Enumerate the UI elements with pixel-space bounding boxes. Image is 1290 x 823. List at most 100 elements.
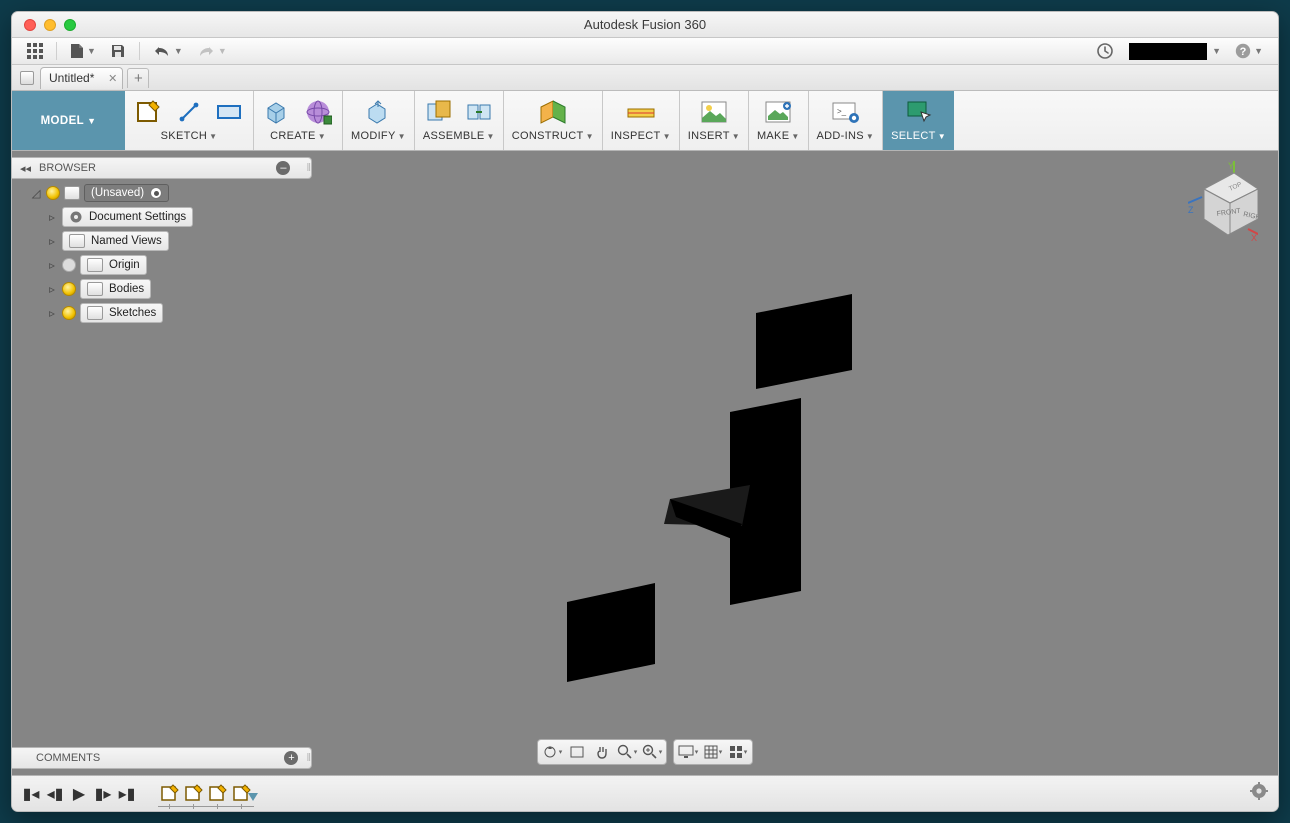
user-account-button[interactable]: ▼	[1122, 40, 1226, 62]
navigation-toolbar: ▾ ▾ ▾ ▾ ▾ ▾	[537, 739, 753, 765]
redo-icon	[197, 44, 215, 58]
measure-icon	[626, 103, 656, 121]
timeline: ▮◂ ◂▮ ▶ ▮▸ ▸▮	[12, 775, 1278, 811]
timeline-first-button[interactable]: ▮◂	[22, 785, 40, 803]
ribbon-assemble-group: ASSEMBLE▼	[415, 91, 504, 150]
timeline-feature-sketch[interactable]	[206, 782, 230, 806]
create-sketch-button[interactable]	[133, 97, 165, 127]
job-status-button[interactable]	[1092, 40, 1118, 62]
document-tabs: Untitled* ✕ +	[12, 65, 1278, 91]
help-button[interactable]: ? ▼	[1230, 40, 1268, 62]
grid-settings-button[interactable]: ▾	[701, 742, 725, 762]
pan-icon	[594, 744, 610, 760]
timeline-track[interactable]	[158, 805, 254, 809]
user-name-redacted	[1129, 43, 1207, 60]
file-menu-button[interactable]: ▼	[65, 40, 101, 62]
resize-grip[interactable]: ‖	[306, 752, 311, 764]
primitive-button[interactable]	[302, 97, 334, 127]
axis-y-label: Y	[1228, 161, 1234, 171]
make-3dprint-button[interactable]	[762, 97, 794, 127]
joint-button[interactable]	[463, 97, 495, 127]
save-button[interactable]	[105, 40, 131, 62]
grid-icon	[27, 43, 43, 59]
select-icon	[905, 99, 933, 125]
quick-access-toolbar: ▼ ▼ ▼ ▼ ? ▼	[12, 38, 1278, 65]
ribbon-addins-group: >_ ADD-INS▼	[809, 91, 884, 150]
timeline-feature-sketch[interactable]	[182, 782, 206, 806]
svg-text:?: ?	[1240, 46, 1247, 58]
timeline-feature-sketch[interactable]	[158, 782, 182, 806]
new-tab-button[interactable]: +	[127, 68, 149, 88]
viewport-layout-button[interactable]: ▾	[726, 742, 750, 762]
script-icon: >_	[831, 100, 859, 124]
save-icon	[110, 43, 126, 59]
grid2-icon	[704, 745, 718, 759]
comments-title: COMMENTS	[36, 752, 100, 764]
insert-decal-button[interactable]	[698, 97, 730, 127]
redo-button[interactable]: ▼	[192, 40, 232, 62]
comments-header[interactable]: COMMENTS + ‖	[12, 747, 312, 769]
pan-button[interactable]	[590, 742, 614, 762]
viewports-icon	[729, 745, 743, 759]
canvas-area[interactable]: ◂◂ BROWSER – ‖ ◿ (Unsaved) ▹ Document Se…	[12, 151, 1278, 775]
workspace-switcher[interactable]: MODEL▼	[12, 91, 125, 150]
help-icon: ?	[1235, 43, 1251, 59]
timeline-next-button[interactable]: ▮▸	[94, 785, 112, 803]
monitor-icon	[678, 745, 694, 759]
fit-button[interactable]: ▾	[640, 742, 664, 762]
zoom-icon	[617, 744, 633, 760]
look-at-button[interactable]	[565, 742, 589, 762]
fit-icon	[642, 744, 658, 760]
gear-icon	[1250, 782, 1268, 800]
presspull-icon	[364, 98, 392, 126]
file-icon	[70, 43, 84, 59]
title-bar: Autodesk Fusion 360	[12, 12, 1278, 38]
ribbon-sketch-group: SKETCH▼	[125, 91, 254, 150]
new-component-button[interactable]	[423, 97, 455, 127]
add-comment-button[interactable]: +	[284, 751, 298, 765]
separator	[56, 42, 57, 60]
ribbon-construct-group: CONSTRUCT▼	[504, 91, 603, 150]
svg-text:X: X	[1251, 233, 1257, 241]
lookat-icon	[569, 745, 585, 759]
model-geometry	[12, 151, 1278, 775]
ribbon-select-group: SELECT▼	[883, 91, 954, 150]
document-tab-label: Untitled*	[49, 71, 94, 85]
zoom-button[interactable]: ▾	[615, 742, 639, 762]
file-icon	[20, 71, 34, 85]
extrude-button[interactable]	[262, 97, 294, 127]
timeline-features	[158, 782, 254, 806]
line-icon	[177, 100, 201, 124]
data-panel-button[interactable]	[22, 40, 48, 62]
app-window: Autodesk Fusion 360 ▼ ▼ ▼ ▼	[11, 11, 1279, 812]
timeline-prev-button[interactable]: ◂▮	[46, 785, 64, 803]
view-cube[interactable]: Y FRONT RIGHT TOP Z X	[1188, 161, 1258, 236]
ribbon: MODEL▼ SKETCH▼ CREATE▼ MODIFY▼	[12, 91, 1278, 151]
ribbon-insert-group: INSERT▼	[680, 91, 749, 150]
separator	[139, 42, 140, 60]
plane-icon	[538, 99, 568, 125]
timeline-play-button[interactable]: ▶	[70, 785, 88, 803]
timeline-playhead[interactable]	[248, 793, 258, 801]
timeline-last-button[interactable]: ▸▮	[118, 785, 136, 803]
addins-button[interactable]: >_	[829, 97, 861, 127]
display-settings-button[interactable]: ▾	[676, 742, 700, 762]
undo-button[interactable]: ▼	[148, 40, 188, 62]
rectangle-tool-button[interactable]	[213, 97, 245, 127]
svg-text:Z: Z	[1188, 205, 1194, 215]
ribbon-inspect-group: INSPECT▼	[603, 91, 680, 150]
timeline-settings-button[interactable]	[1250, 782, 1268, 805]
construct-plane-button[interactable]	[537, 97, 569, 127]
print-icon	[764, 100, 792, 124]
close-tab-button[interactable]: ✕	[108, 72, 117, 85]
extrude-icon	[264, 98, 292, 126]
clock-icon	[1097, 43, 1113, 59]
sphere-icon	[304, 98, 332, 126]
orbit-button[interactable]: ▾	[540, 742, 564, 762]
ribbon-make-group: MAKE▼	[749, 91, 809, 150]
select-button[interactable]	[903, 97, 935, 127]
line-tool-button[interactable]	[173, 97, 205, 127]
measure-button[interactable]	[625, 97, 657, 127]
press-pull-button[interactable]	[362, 97, 394, 127]
document-tab[interactable]: Untitled* ✕	[40, 67, 123, 89]
